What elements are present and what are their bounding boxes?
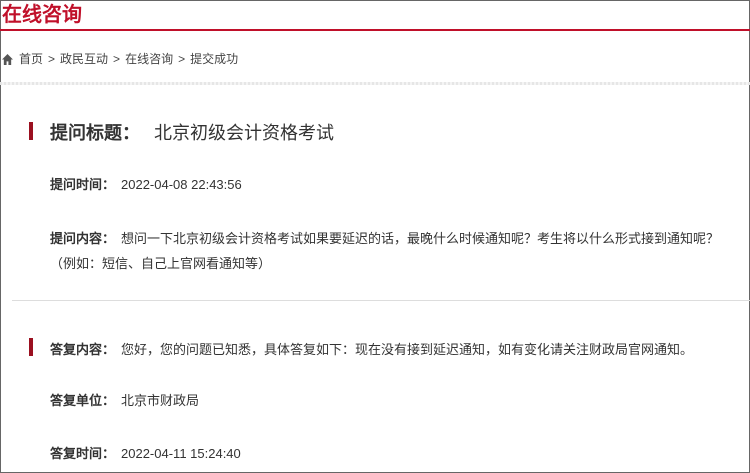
question-time-label: 提问时间：	[50, 177, 116, 192]
answer-marker	[29, 338, 33, 356]
site-title: 在线咨询	[2, 4, 82, 26]
question-title-label: 提问标题：	[50, 123, 140, 143]
question-title-value: 北京初级会计资格考试	[154, 123, 334, 143]
answer-content-label: 答复内容：	[50, 342, 116, 357]
breadcrumb-separator: >	[48, 52, 56, 66]
breadcrumb-home[interactable]: 首页	[19, 51, 43, 67]
answer-content: 答复内容： 您好，您的问题已知悉，具体答复如下：现在没有接到延迟通知，如有变化请关…	[50, 338, 730, 362]
answer-unit-value: 北京市财政局	[121, 393, 200, 408]
header-divider	[0, 29, 750, 31]
breadcrumb-consult[interactable]: 在线咨询	[125, 51, 173, 67]
breadcrumb-current: 提交成功	[190, 52, 239, 66]
section-divider	[12, 300, 750, 301]
answer-unit: 答复单位： 北京市财政局	[50, 389, 730, 413]
answer-unit-label: 答复单位：	[50, 393, 116, 408]
question-content-value: 想问一下北京初级会计资格考试如果要延迟的话，最晚什么时候通知呢？考生将以什么形式…	[50, 231, 720, 271]
answer-content-value: 您好，您的问题已知悉，具体答复如下：现在没有接到延迟通知，如有变化请关注财政局官…	[121, 342, 694, 357]
breadcrumb-separator: >	[178, 52, 186, 66]
breadcrumb-separator: >	[113, 52, 121, 66]
question-time-value: 2022-04-08 22:43:56	[121, 177, 242, 192]
home-icon	[2, 53, 13, 65]
breadcrumb-interaction[interactable]: 政民互动	[60, 51, 108, 67]
question-title: 提问标题： 北京初级会计资格考试	[50, 121, 334, 145]
breadcrumb: 首页 > 政民互动 > 在线咨询 > 提交成功	[2, 51, 243, 67]
answer-time-value: 2022-04-11 15:24:40	[121, 446, 241, 461]
question-time: 提问时间： 2022-04-08 22:43:56	[50, 173, 730, 197]
question-content-label: 提问内容：	[50, 231, 116, 246]
answer-time-label: 答复时间：	[50, 446, 116, 461]
answer-time: 答复时间： 2022-04-11 15:24:40	[50, 442, 730, 466]
question-content: 提问内容： 想问一下北京初级会计资格考试如果要延迟的话，最晚什么时候通知呢？考生将…	[50, 226, 730, 276]
breadcrumb-divider	[0, 82, 750, 85]
question-marker	[29, 122, 33, 140]
